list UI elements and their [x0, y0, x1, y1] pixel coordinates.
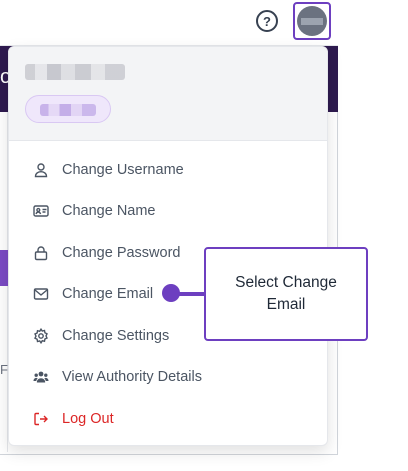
menu-item-label: Change Settings: [62, 327, 170, 344]
menu-item-label: Log Out: [62, 410, 114, 427]
profile-header: [9, 47, 327, 141]
users-icon: [33, 369, 49, 385]
callout-pointer-line: [176, 291, 206, 296]
menu-item-label: View Authority Details: [62, 369, 202, 386]
mail-icon: [33, 286, 49, 302]
user-icon: [33, 162, 49, 178]
menu-item-label: Change Username: [62, 161, 184, 178]
logout-icon: [33, 411, 49, 427]
callout-text: Select Change Email: [235, 274, 337, 313]
profile-name-redacted: [25, 64, 125, 80]
lock-icon: [33, 245, 49, 261]
top-bar: [0, 0, 338, 46]
avatar: [297, 6, 327, 36]
menu-item-view-authority-details[interactable]: View Authority Details: [9, 357, 327, 399]
tutorial-callout: Select Change Email: [204, 247, 368, 341]
profile-dropdown: Change Username Change Name Change Passw…: [8, 46, 328, 446]
profile-menu-button[interactable]: [293, 2, 331, 40]
menu-item-label: Change Name: [62, 203, 156, 220]
background-button-fragment: [0, 250, 8, 286]
menu-item-change-username[interactable]: Change Username: [9, 149, 327, 191]
gear-icon: [33, 327, 49, 344]
background-text-fragment: F: [0, 362, 8, 377]
id-card-icon: [33, 203, 49, 219]
menu-item-log-out[interactable]: Log Out: [9, 398, 327, 440]
help-icon[interactable]: ?: [256, 10, 278, 32]
menu-item-label: Change Password: [62, 244, 181, 261]
role-badge: [25, 95, 111, 123]
menu-item-change-name[interactable]: Change Name: [9, 191, 327, 233]
menu-item-label: Change Email: [62, 286, 154, 303]
role-badge-redacted: [40, 104, 96, 116]
